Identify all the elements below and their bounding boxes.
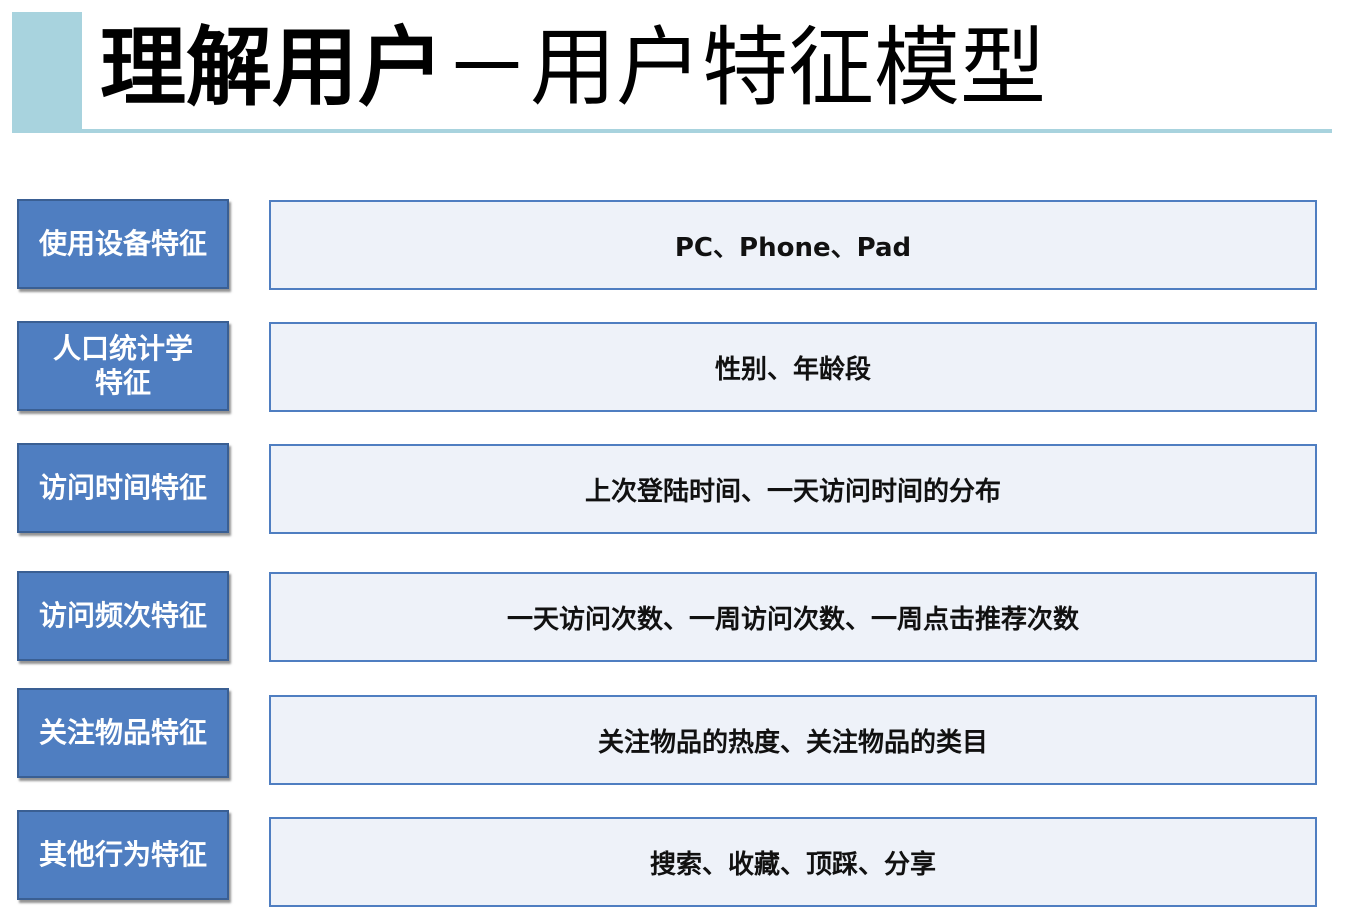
feature-value: 上次登陆时间、一天访问时间的分布 bbox=[269, 444, 1317, 534]
feature-label: 访问频次特征 bbox=[17, 571, 229, 661]
feature-row-visit-time: 访问时间特征 上次登陆时间、一天访问时间的分布 bbox=[0, 443, 1368, 537]
feature-value: 搜索、收藏、顶踩、分享 bbox=[269, 817, 1317, 907]
feature-value: 一天访问次数、一周访问次数、一周点击推荐次数 bbox=[269, 572, 1317, 662]
feature-label: 其他行为特征 bbox=[17, 810, 229, 900]
title-underline bbox=[82, 129, 1332, 133]
feature-label: 访问时间特征 bbox=[17, 443, 229, 533]
feature-row-device: 使用设备特征 PC、Phone、Pad bbox=[0, 199, 1368, 293]
feature-value: 关注物品的热度、关注物品的类目 bbox=[269, 695, 1317, 785]
feature-row-visit-frequency: 访问频次特征 一天访问次数、一周访问次数、一周点击推荐次数 bbox=[0, 571, 1368, 665]
feature-row-demographics: 人口统计学特征 性别、年龄段 bbox=[0, 321, 1368, 415]
feature-label: 使用设备特征 bbox=[17, 199, 229, 289]
feature-label: 人口统计学特征 bbox=[17, 321, 229, 411]
feature-label: 关注物品特征 bbox=[17, 688, 229, 778]
feature-value: PC、Phone、Pad bbox=[269, 200, 1317, 290]
feature-row-followed-items: 关注物品特征 关注物品的热度、关注物品的类目 bbox=[0, 688, 1368, 785]
title-accent-bar bbox=[12, 12, 82, 133]
title-sub: －用户特征模型 bbox=[444, 18, 1046, 118]
title-main: 理解用户 bbox=[100, 18, 444, 118]
feature-value: 性别、年龄段 bbox=[269, 322, 1317, 412]
page-title: 理解用户－用户特征模型 bbox=[100, 18, 1046, 118]
feature-row-other-behavior: 其他行为特征 搜索、收藏、顶踩、分享 bbox=[0, 810, 1368, 907]
slide: 理解用户－用户特征模型 使用设备特征 PC、Phone、Pad 人口统计学特征 … bbox=[0, 0, 1368, 916]
